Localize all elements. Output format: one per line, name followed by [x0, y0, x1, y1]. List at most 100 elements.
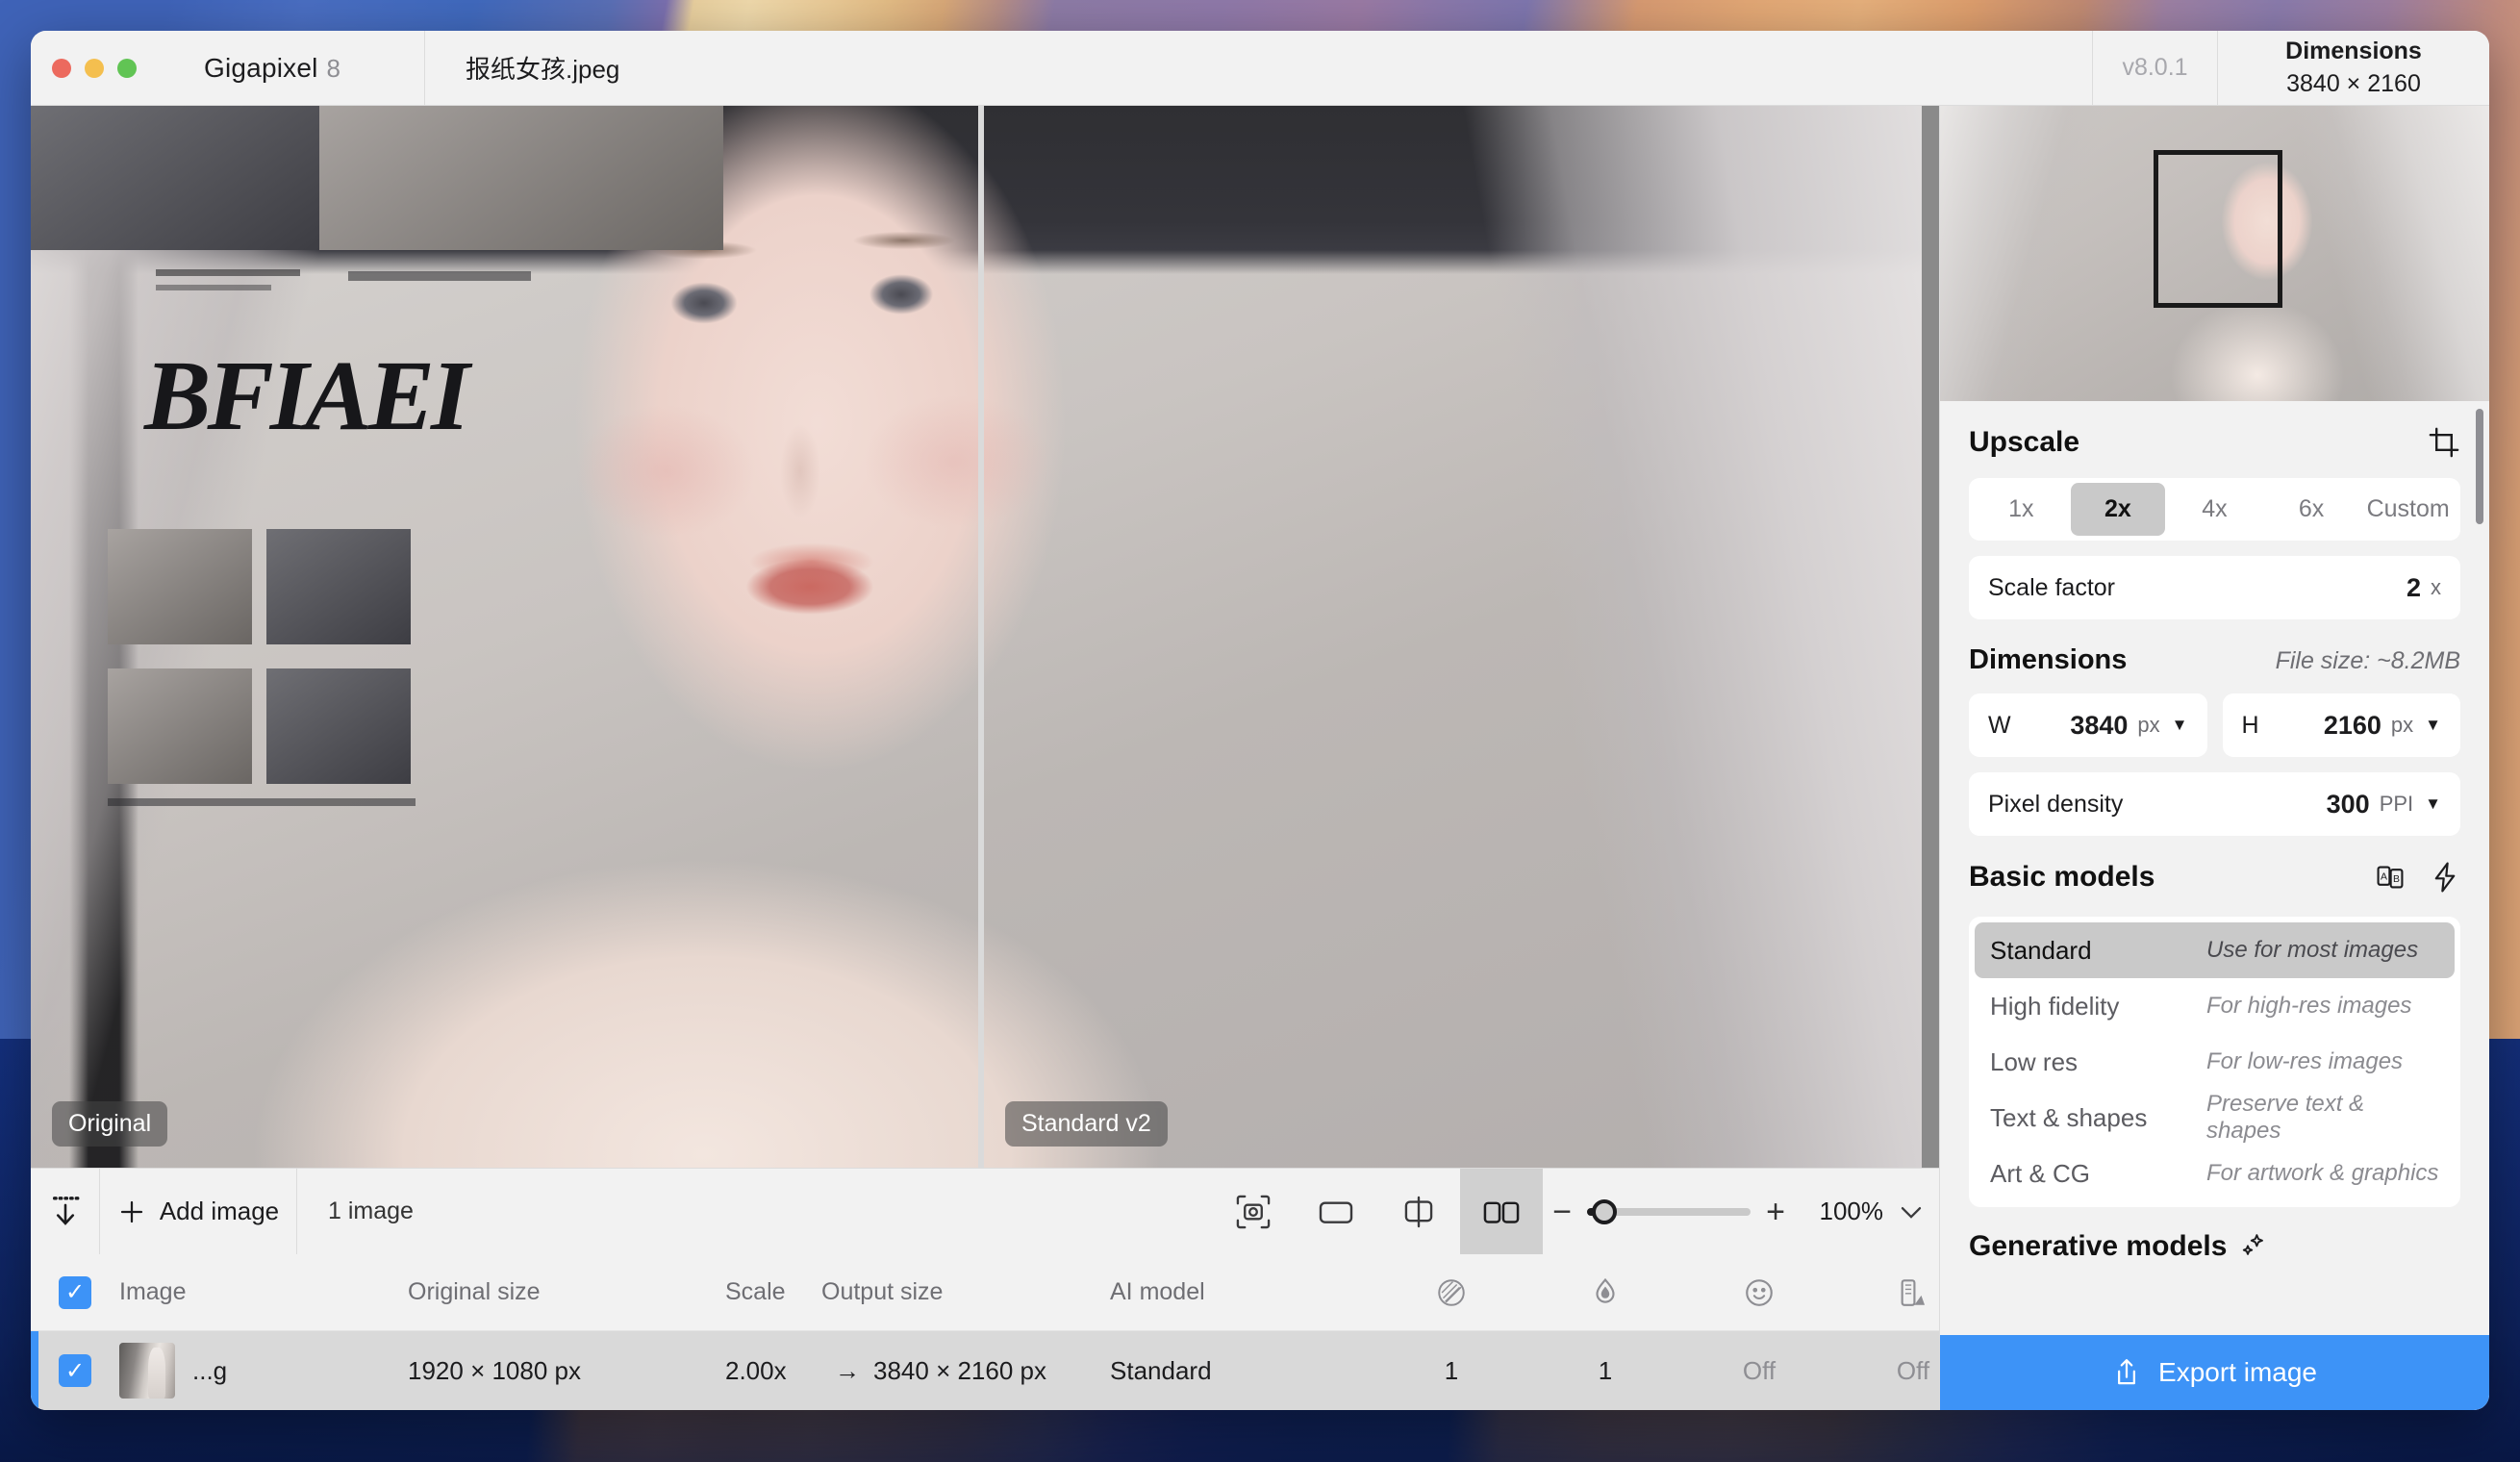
select-all-cell[interactable]: ✓: [31, 1275, 119, 1309]
model-row-text-and-shapes[interactable]: Text & shapes Preserve text & shapes: [1975, 1090, 2455, 1146]
dimensions-header: Dimensions File size: ~8.2MB: [1969, 619, 2460, 686]
model-name: Art & CG: [1990, 1158, 2091, 1188]
upscale-title: Upscale: [1969, 426, 2080, 458]
upscale-preset-2x[interactable]: 2x: [2070, 483, 2166, 536]
zoom-out-button[interactable]: −: [1552, 1196, 1572, 1228]
column-header-original-size[interactable]: Original size: [408, 1278, 725, 1306]
svg-text:A: A: [2381, 872, 2387, 883]
ab-compare-icon[interactable]: A B: [2374, 861, 2407, 894]
row-checkbox[interactable]: ✓: [59, 1354, 91, 1387]
width-unit-chevron-down-icon[interactable]: ▼: [2172, 716, 2188, 735]
zoom-controls: − + 100%: [1543, 1169, 1939, 1254]
single-view-icon: [1317, 1197, 1355, 1226]
column-header-image[interactable]: Image: [119, 1278, 408, 1306]
fit-to-screen-icon: [1235, 1194, 1272, 1230]
original-image: BFIAEI: [31, 106, 978, 1168]
split-view-button[interactable]: [1377, 1169, 1460, 1254]
row-face-recovery-value[interactable]: Off: [1682, 1356, 1836, 1386]
height-label: H: [2241, 711, 2259, 739]
viewer-pane-original[interactable]: BFIAEI Original: [31, 106, 978, 1168]
side-by-side-view-icon: [1481, 1197, 1522, 1226]
scale-factor-value[interactable]: 2: [2407, 573, 2421, 603]
sidebar-scroll-area[interactable]: Upscale 1x 2x 4x 6x Custom Scale factor …: [1940, 401, 2489, 1335]
upscale-preset-6x[interactable]: 6x: [2264, 483, 2359, 536]
select-all-checkbox[interactable]: ✓: [59, 1275, 91, 1309]
row-sharpen-value[interactable]: 1: [1374, 1356, 1528, 1386]
upscale-section: Upscale 1x 2x 4x 6x Custom Scale factor …: [1940, 401, 2489, 619]
drop-files-button[interactable]: [31, 1169, 100, 1254]
upscale-preset-4x[interactable]: 4x: [2167, 483, 2262, 536]
image-comparison-viewer[interactable]: BFIAEI Original Standard v2: [31, 106, 1939, 1168]
model-description: For low-res images: [2206, 1048, 2404, 1074]
model-row-low-res[interactable]: Low res For low-res images: [1975, 1034, 2455, 1090]
upscale-header: Upscale: [1969, 401, 2460, 478]
single-view-button[interactable]: [1295, 1169, 1377, 1254]
column-header-scale[interactable]: Scale: [725, 1278, 821, 1306]
version-cell: v8.0.1: [2093, 31, 2218, 105]
pixel-density-field[interactable]: Pixel density 300 PPI ▼: [1969, 772, 2460, 836]
height-value[interactable]: 2160: [2324, 711, 2381, 741]
row-scale[interactable]: 2.00x: [725, 1356, 821, 1386]
app-name: Gigapixel: [204, 52, 318, 83]
chevron-down-icon[interactable]: [1899, 1203, 1924, 1221]
title-bar: Gigapixel 8 报纸女孩.jpeg v8.0.1 Dimensions 3…: [31, 31, 2489, 106]
dimensions-section-title: Dimensions: [1969, 644, 2128, 675]
row-denoise-value[interactable]: 1: [1528, 1356, 1682, 1386]
model-row-high-fidelity[interactable]: High fidelity For high-res images: [1975, 978, 2455, 1034]
main-column: BFIAEI Original Standard v2 Add image 1 …: [31, 106, 2086, 1410]
svg-text:B: B: [2393, 874, 2400, 885]
column-header-output-size[interactable]: Output size: [821, 1278, 1110, 1306]
pixel-density-unit-chevron-down-icon[interactable]: ▼: [2425, 794, 2441, 814]
width-field[interactable]: W 3840 px ▼: [1969, 693, 2207, 757]
generative-models-section[interactable]: Generative models: [1940, 1207, 2489, 1280]
face-recovery-icon: [1743, 1276, 1776, 1309]
navigator-preview[interactable]: [1940, 106, 2489, 401]
pixel-density-value[interactable]: 300: [2327, 790, 2370, 819]
close-window-button[interactable]: [52, 58, 71, 78]
lightning-icon[interactable]: [2430, 861, 2460, 894]
export-image-label: Export image: [2158, 1357, 2317, 1387]
viewer-pane-processed[interactable]: BFIAEI Standard v2: [984, 106, 1939, 1168]
basic-models-list: Standard Use for most images High fideli…: [1969, 917, 2460, 1207]
width-value[interactable]: 3840: [2070, 711, 2128, 741]
row-original-size: 1920 × 1080 px: [408, 1355, 581, 1385]
height-unit-chevron-down-icon[interactable]: ▼: [2425, 716, 2441, 735]
sidebar-scrollbar[interactable]: [2476, 409, 2483, 524]
zoom-in-button[interactable]: +: [1766, 1196, 1785, 1228]
filename-tab[interactable]: 报纸女孩.jpeg: [425, 31, 2093, 105]
add-image-button[interactable]: Add image: [100, 1169, 297, 1254]
window-controls-cell: Gigapixel 8: [31, 31, 425, 105]
denoise-icon: [1590, 1276, 1621, 1309]
row-select-cell[interactable]: ✓: [31, 1354, 119, 1387]
scale-factor-field[interactable]: Scale factor 2 x: [1969, 556, 2460, 619]
download-arrow-icon: [49, 1194, 82, 1230]
column-header-face-recovery[interactable]: [1682, 1276, 1836, 1309]
column-header-ai-model[interactable]: AI model: [1110, 1278, 1374, 1306]
navigator-viewport-box[interactable]: [2154, 150, 2282, 308]
table-row[interactable]: ✓ ...g 1920 × 1080 px 2.00x → 3840 × 2160…: [31, 1331, 2086, 1410]
crop-icon[interactable]: [2428, 426, 2460, 459]
column-header-denoise[interactable]: [1528, 1276, 1682, 1309]
fit-to-screen-button[interactable]: [1212, 1169, 1295, 1254]
upscale-preset-1x[interactable]: 1x: [1974, 483, 2069, 536]
model-row-art-and-cg[interactable]: Art & CG For artwork & graphics: [1975, 1146, 2455, 1201]
split-view-icon: [1399, 1196, 1438, 1228]
row-ai-model[interactable]: Standard: [1110, 1356, 1374, 1386]
zoom-slider[interactable]: [1587, 1198, 1751, 1224]
export-image-button[interactable]: Export image: [1940, 1335, 2489, 1410]
model-name: Low res: [1990, 1046, 2079, 1076]
height-field[interactable]: H 2160 px ▼: [2222, 693, 2460, 757]
zoom-slider-handle[interactable]: [1592, 1198, 1618, 1224]
upscale-preset-group[interactable]: 1x 2x 4x 6x Custom: [1969, 478, 2460, 541]
row-thumbnail[interactable]: [119, 1343, 175, 1399]
gigapixel-window: Gigapixel 8 报纸女孩.jpeg v8.0.1 Dimensions 3…: [31, 31, 2489, 1410]
side-by-side-view-button[interactable]: [1460, 1169, 1544, 1254]
minimize-window-button[interactable]: [85, 58, 104, 78]
maximize-window-button[interactable]: [117, 58, 137, 78]
dimensions-section: Dimensions File size: ~8.2MB W 3840 px ▼…: [1940, 619, 2489, 836]
model-description: Use for most images: [2206, 937, 2419, 963]
column-header-sharpen[interactable]: [1374, 1276, 1528, 1309]
add-image-label: Add image: [159, 1197, 280, 1225]
upscale-preset-custom[interactable]: Custom: [2360, 483, 2456, 536]
model-row-standard[interactable]: Standard Use for most images: [1975, 922, 2455, 978]
